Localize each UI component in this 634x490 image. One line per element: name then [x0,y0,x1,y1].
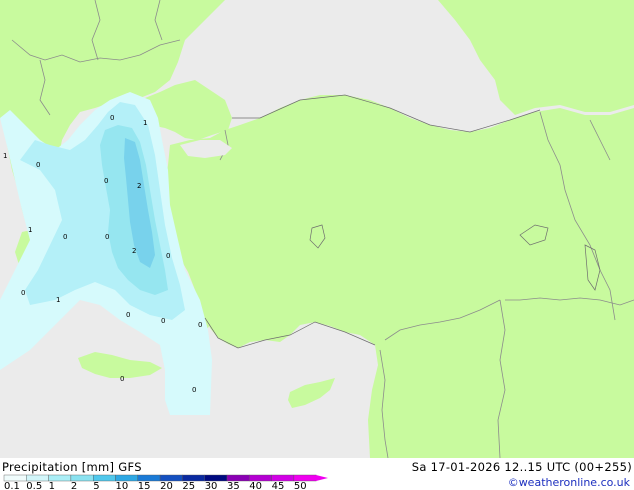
legend-tick-label: 20 [160,481,173,490]
legend-tick-label: 1 [49,481,55,490]
precipitation-map: 0 1 0 1 0 2 1 0 2 0 0 1 0 0 0 0 0 0 [0,0,634,458]
field-label: 0 [192,386,196,394]
legend-tick-label: 2 [71,481,77,490]
legend-tick-label: 30 [205,481,218,490]
field-label: 0 [161,317,165,325]
field-label: 0 [21,289,25,297]
field-label: 0 [198,321,202,329]
credit-link[interactable]: ©weatheronline.co.uk [508,476,630,490]
legend-tick-label: 0.5 [26,481,42,490]
field-label: 1 [56,296,60,304]
bottom-bar: 0.1 0.5 1 2 5 10 15 20 25 30 35 40 45 50 Precipitatio… [0,458,634,490]
legend-tick-label: 5 [93,481,99,490]
field-label: 0 [36,161,40,169]
legend-ticks: 0.1 0.5 1 2 5 10 15 20 25 30 35 40 45 50 [4,481,307,490]
legend-tick-label: 40 [249,481,262,490]
legend-arrow [316,475,328,481]
legend-tick-label: 15 [138,481,151,490]
field-label: 0 [166,252,170,260]
field-label: 2 [132,247,136,255]
field-label: 0 [104,177,108,185]
legend-tick-label: 35 [227,481,240,490]
legend-tick-label: 45 [272,481,285,490]
field-label: 1 [143,119,147,127]
field-label: 2 [137,182,141,190]
legend-tick-label: 10 [116,481,129,490]
field-label: 0 [110,114,114,122]
field-label: 0 [105,233,109,241]
field-label: 1 [28,226,32,234]
legend-tick-label: 25 [182,481,195,490]
legend-tick-label: 0.1 [4,481,20,490]
field-label: 0 [120,375,124,383]
field-label: 0 [126,311,130,319]
field-label: 0 [63,233,67,241]
product-label: Precipitation [mm] GFS [2,460,142,474]
field-label: 1 [3,152,7,160]
legend-tick-label: 50 [294,481,307,490]
datetime-label: Sa 17-01-2026 12..15 UTC (00+255) [411,460,632,474]
